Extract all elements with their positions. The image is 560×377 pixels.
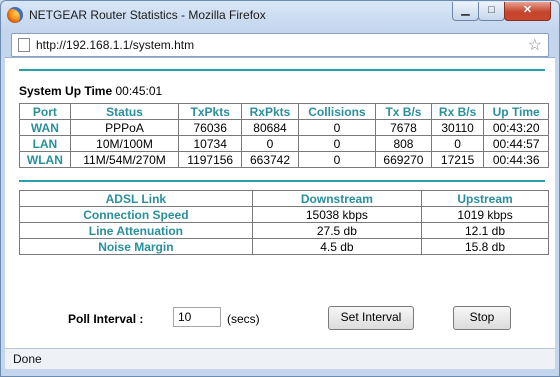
col-header: Collisions <box>297 103 377 120</box>
poll-interval-input[interactable] <box>173 307 221 327</box>
table-cell: 30110 <box>430 119 485 136</box>
url-text[interactable]: http://192.168.1.1/system.htm <box>36 38 194 52</box>
col-header: Upstream <box>421 190 549 207</box>
row-label: Noise Margin <box>19 238 253 255</box>
col-header: Status <box>69 103 180 120</box>
table-cell: 4.5 db <box>251 238 423 255</box>
table-cell: 0 <box>297 151 377 168</box>
table-cell: 0 <box>297 135 377 152</box>
table-header-row: ADSL Link Downstream Upstream <box>19 190 549 207</box>
minimize-button[interactable]: ▁ <box>452 2 479 21</box>
row-label: Connection Speed <box>19 206 253 223</box>
divider <box>19 69 545 71</box>
col-header: RxPkts <box>241 103 299 120</box>
table-cell: 10M/100M <box>69 135 180 152</box>
port-name: WAN <box>19 119 71 136</box>
set-interval-button[interactable]: Set Interval <box>328 306 414 330</box>
col-header: TxPkts <box>178 103 243 120</box>
table-cell: 12.1 db <box>421 222 549 239</box>
maximize-button[interactable]: □ <box>478 2 505 21</box>
table-cell: 27.5 db <box>251 222 423 239</box>
table-cell: 0 <box>241 135 299 152</box>
table-header-row: Port Status TxPkts RxPkts Collisions Tx … <box>19 103 549 120</box>
status-text: Done <box>13 352 42 366</box>
table-row: WLAN 11M/54M/270M 1197156 663742 0 66927… <box>19 151 549 168</box>
table-cell: 1019 kbps <box>421 206 549 223</box>
col-header: Rx B/s <box>430 103 485 120</box>
system-uptime: System Up Time 00:45:01 <box>19 84 162 98</box>
table-cell: 0 <box>430 135 485 152</box>
port-name: WLAN <box>19 151 71 168</box>
table-cell: 7678 <box>375 119 432 136</box>
col-header: Tx B/s <box>375 103 432 120</box>
row-label: Line Attenuation <box>19 222 253 239</box>
poll-interval-label: Poll Interval : <box>68 312 144 326</box>
port-name: LAN <box>19 135 71 152</box>
col-header: Up Time <box>483 103 549 120</box>
title-bar[interactable]: NETGEAR Router Statistics - Mozilla Fire… <box>1 1 559 31</box>
table-cell: 76036 <box>178 119 243 136</box>
uptime-value: 00:45:01 <box>115 84 163 98</box>
divider <box>19 180 545 182</box>
table-cell: 00:43:20 <box>483 119 549 136</box>
table-cell: 1197156 <box>178 151 243 168</box>
browser-window: NETGEAR Router Statistics - Mozilla Fire… <box>0 0 560 377</box>
stop-button[interactable]: Stop <box>453 306 511 330</box>
status-bar: Done <box>5 348 555 369</box>
table-cell: 663742 <box>241 151 299 168</box>
bookmark-star-icon[interactable]: ☆ <box>528 35 542 55</box>
table-row: WAN PPPoA 76036 80684 0 7678 30110 00:43… <box>19 119 549 136</box>
table-cell: 669270 <box>375 151 432 168</box>
close-button[interactable]: ✕ <box>504 2 551 21</box>
table-cell: 11M/54M/270M <box>69 151 180 168</box>
col-header: Port <box>19 103 71 120</box>
table-cell: 808 <box>375 135 432 152</box>
table-cell: 00:44:57 <box>483 135 549 152</box>
adsl-table: ADSL Link Downstream Upstream Connection… <box>19 190 549 255</box>
col-header: Downstream <box>251 190 423 207</box>
page-content: System Up Time 00:45:01 Port Status TxPk… <box>5 57 555 348</box>
table-cell: 00:44:36 <box>483 151 549 168</box>
table-cell: 10734 <box>178 135 243 152</box>
firefox-icon <box>7 7 23 23</box>
window-title: NETGEAR Router Statistics - Mozilla Fire… <box>29 8 266 22</box>
page-icon <box>18 38 30 52</box>
poll-unit-label: (secs) <box>227 312 260 326</box>
table-cell: 17215 <box>430 151 485 168</box>
table-cell: 15038 kbps <box>251 206 423 223</box>
table-cell: 0 <box>297 119 377 136</box>
table-row: Connection Speed 15038 kbps 1019 kbps <box>19 206 549 223</box>
address-bar[interactable]: http://192.168.1.1/system.htm ☆ <box>11 33 549 57</box>
table-row: Line Attenuation 27.5 db 12.1 db <box>19 222 549 239</box>
table-row: Noise Margin 4.5 db 15.8 db <box>19 238 549 255</box>
col-header: ADSL Link <box>19 190 253 207</box>
table-cell: 80684 <box>241 119 299 136</box>
table-cell: PPPoA <box>69 119 180 136</box>
table-cell: 15.8 db <box>421 238 549 255</box>
port-stats-table: Port Status TxPkts RxPkts Collisions Tx … <box>19 103 549 168</box>
uptime-label: System Up Time <box>19 84 113 98</box>
table-row: LAN 10M/100M 10734 0 0 808 0 00:44:57 <box>19 135 549 152</box>
